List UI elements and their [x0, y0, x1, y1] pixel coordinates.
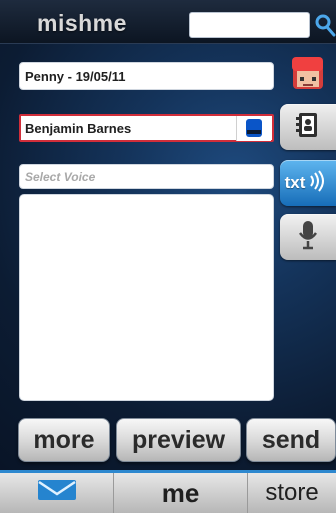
contacts-icon: [293, 110, 323, 145]
text-mode-button[interactable]: txt: [280, 160, 336, 206]
tab-me[interactable]: me: [114, 473, 248, 513]
more-button[interactable]: more: [18, 418, 110, 462]
sound-waves-icon: [309, 169, 327, 197]
microphone-icon: [294, 219, 322, 256]
app-logo: mishme: [37, 10, 127, 36]
message-title-field[interactable]: Penny - 19/05/11: [19, 62, 274, 90]
tab-store[interactable]: store: [248, 473, 336, 513]
preview-label: preview: [131, 425, 226, 454]
avatar-icon: [284, 49, 332, 102]
message-title-value: Penny - 19/05/11: [25, 68, 126, 84]
tab-store-label: store: [265, 479, 319, 506]
select-voice-placeholder: Select Voice: [25, 169, 96, 184]
tab-mail[interactable]: [0, 473, 114, 513]
recipient-value: Benjamin Barnes: [25, 120, 132, 136]
select-voice-field[interactable]: Select Voice: [19, 164, 274, 189]
more-label: more: [33, 425, 95, 454]
txt-label: txt: [284, 173, 306, 192]
mail-icon: [36, 478, 78, 509]
top-bar: mishme: [0, 0, 336, 44]
app-window: mishme Penny - 19/05/11 Benjamin Barnes …: [0, 0, 336, 513]
avatar-button[interactable]: [280, 52, 336, 98]
tab-me-label: me: [161, 477, 200, 508]
send-label: send: [261, 425, 321, 454]
search-input[interactable]: [189, 12, 310, 38]
bottom-tab-bar: me store: [0, 470, 336, 513]
contacts-button[interactable]: [280, 104, 336, 150]
message-textarea[interactable]: [19, 194, 274, 401]
send-button[interactable]: send: [246, 418, 336, 462]
preview-button[interactable]: preview: [116, 418, 241, 462]
recipient-picker-button[interactable]: [236, 116, 271, 141]
microphone-button[interactable]: [280, 214, 336, 260]
search-icon[interactable]: [314, 12, 336, 38]
